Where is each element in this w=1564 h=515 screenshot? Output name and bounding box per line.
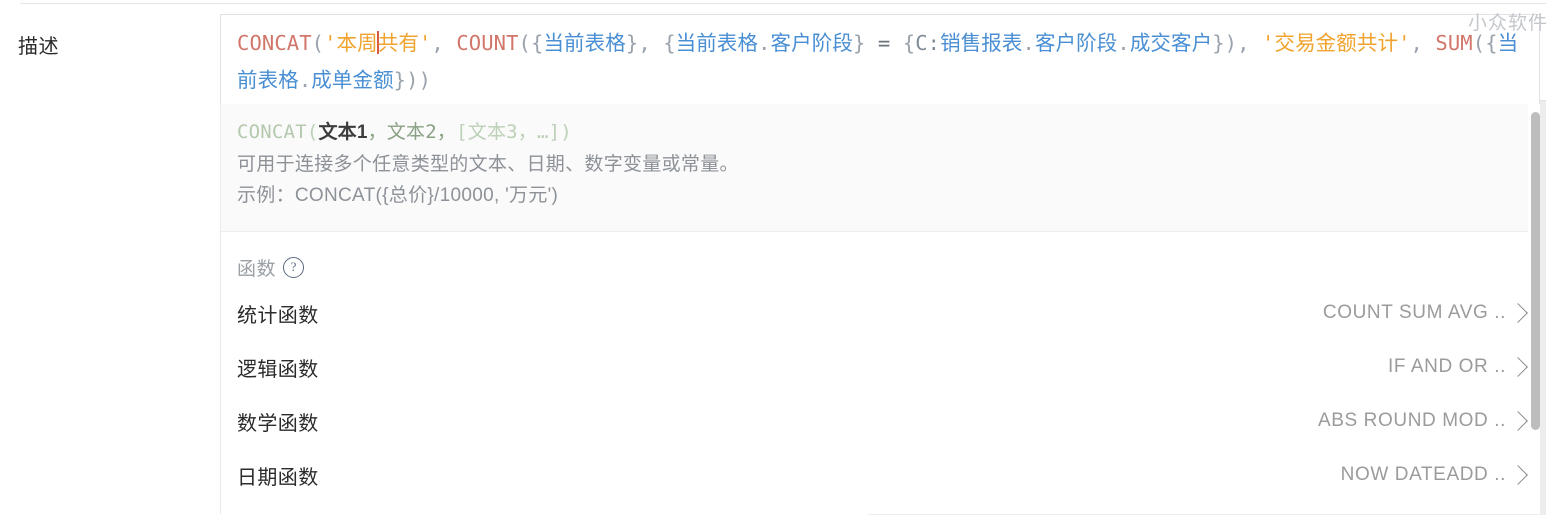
formula-token-punct: ) — [406, 68, 419, 92]
function-category-row[interactable]: 日期函数 NOW DATEADD .. — [221, 448, 1539, 502]
chevron-right-icon[interactable] — [1508, 356, 1528, 377]
function-category-preview: COUNT SUM AVG .. — [1322, 302, 1506, 323]
formula-token-brace: } — [625, 31, 639, 55]
formula-token-brace: } — [393, 68, 407, 92]
formula-token-space — [865, 31, 877, 55]
signature-close-paren: ) — [560, 121, 572, 143]
function-signature: CONCAT(文本1，文本2，[文本3，…]) — [237, 116, 837, 149]
formula-input[interactable]: CONCAT('本周共有', COUNT({当前表格}, {当前表格.客户阶段}… — [220, 14, 1540, 108]
formula-token-field: 当前表格 — [675, 31, 759, 55]
help-circle-icon[interactable]: ? — [283, 257, 305, 278]
formula-token-prefix: C: — [915, 31, 941, 55]
formula-token-punct: ( — [518, 31, 531, 55]
formula-token-punct: ) — [418, 68, 432, 92]
functions-header-label: 函数 — [237, 259, 277, 280]
formula-token-field: 销售报表 — [940, 31, 1023, 55]
signature-fn-name: CONCAT — [237, 121, 307, 143]
dropdown-scrollbar-thumb[interactable] — [1531, 112, 1540, 430]
formula-token-punct: ( — [311, 31, 325, 55]
formula-token-space — [890, 31, 902, 55]
top-divider — [20, 3, 1548, 4]
formula-token-str: 共有' — [377, 31, 432, 55]
function-description: 可用于连接多个任意类型的文本、日期、数字变量或常量。 — [237, 154, 739, 175]
function-category-preview: NOW DATEADD .. — [1340, 464, 1506, 485]
function-category-list: 函数 ? 统计函数 COUNT SUM AVG .. 逻辑函数 IF AND OR .… — [220, 232, 1540, 514]
formula-token-dot: . — [758, 31, 771, 55]
formula-token-field: 当前表格 — [543, 31, 626, 55]
signature-optional-args: [文本3，…] — [456, 121, 561, 143]
field-label-description: 描述 — [18, 36, 59, 58]
signature-arg-1: 文本1 — [318, 122, 368, 143]
function-category-row[interactable]: 统计函数 COUNT SUM AVG .. — [221, 286, 1539, 340]
formula-token-brace: } — [1212, 31, 1225, 55]
function-category-row[interactable]: 数学函数 ABS ROUND MOD .. — [221, 394, 1539, 448]
formula-token-field: 成单金额 — [311, 68, 394, 92]
function-category-right: NOW DATEADD .. — [1340, 464, 1528, 486]
formula-token-punct: , — [1237, 31, 1250, 55]
formula-token-brace: { — [531, 31, 544, 55]
chevron-right-icon[interactable] — [1508, 464, 1528, 485]
formula-token-space — [1250, 31, 1262, 55]
formula-token-punct: ) — [1224, 31, 1238, 55]
signature-sep-1: ， — [367, 121, 387, 143]
formula-token-space — [1423, 31, 1435, 55]
field-label-column: 描述 — [0, 0, 220, 514]
signature-open-paren: ( — [306, 121, 319, 143]
formula-token-punct: ( — [1472, 31, 1486, 55]
function-category-right: ABS ROUND MOD .. — [1317, 410, 1528, 432]
right-gutter — [1546, 0, 1564, 514]
formula-token-brace: { — [1485, 31, 1498, 55]
formula-token-space — [651, 31, 663, 55]
formula-text[interactable]: CONCAT('本周共有', COUNT({当前表格}, {当前表格.客户阶段}… — [237, 25, 1525, 99]
formula-token-punct: , — [431, 31, 444, 55]
formula-token-field: 成交客户 — [1129, 31, 1213, 55]
function-category-right: COUNT SUM AVG .. — [1322, 302, 1528, 324]
formula-token-punct: , — [638, 31, 651, 55]
function-example: 示例：CONCAT({总价}/10000, '万元') — [237, 185, 559, 206]
formula-token-str: '交易金额共计' — [1262, 31, 1411, 55]
formula-token-punct: , — [1410, 31, 1423, 55]
formula-token-fn: SUM — [1435, 31, 1473, 55]
formula-token-op: = — [877, 31, 891, 55]
formula-token-field: 客户阶段 — [770, 31, 853, 55]
formula-token-space — [444, 31, 456, 55]
signature-arg-2: 文本2 — [386, 121, 437, 143]
function-rows: 统计函数 COUNT SUM AVG .. 逻辑函数 IF AND OR .. 数学函数… — [221, 286, 1539, 502]
formula-token-fn: COUNT — [456, 31, 519, 55]
function-category-right: IF AND OR .. — [1387, 356, 1528, 378]
function-category-preview: IF AND OR .. — [1387, 356, 1506, 377]
function-category-name: 数学函数 — [237, 412, 319, 435]
signature-sep-2: ， — [436, 121, 457, 143]
formula-token-str: '本周 — [324, 31, 378, 55]
function-category-name: 统计函数 — [237, 304, 319, 327]
formula-editor-screen: 描述 CONCAT('本周共有', COUNT({当前表格}, {当前表格.客户… — [0, 0, 1564, 515]
function-category-name: 逻辑函数 — [237, 358, 319, 381]
formula-token-brace: { — [902, 31, 916, 55]
formula-token-brace: { — [663, 31, 676, 55]
chevron-right-icon[interactable] — [1508, 410, 1528, 431]
function-category-preview: ABS ROUND MOD .. — [1317, 410, 1506, 431]
function-hint-panel: CONCAT(文本1，文本2，[文本3，…]) 可用于连接多个任意类型的文本、日… — [220, 104, 1540, 232]
functions-header: 函数 ? — [237, 254, 305, 281]
formula-token-dot: . — [298, 68, 312, 92]
formula-token-field: 客户阶段 — [1034, 31, 1118, 55]
function-category-name: 日期函数 — [237, 466, 319, 489]
chevron-right-icon[interactable] — [1508, 302, 1528, 323]
formula-token-dot: . — [1022, 31, 1035, 55]
function-category-row[interactable]: 逻辑函数 IF AND OR .. — [221, 340, 1539, 394]
formula-token-brace: } — [852, 31, 866, 55]
formula-token-fn: CONCAT — [237, 31, 312, 55]
formula-token-dot: . — [1117, 31, 1130, 55]
